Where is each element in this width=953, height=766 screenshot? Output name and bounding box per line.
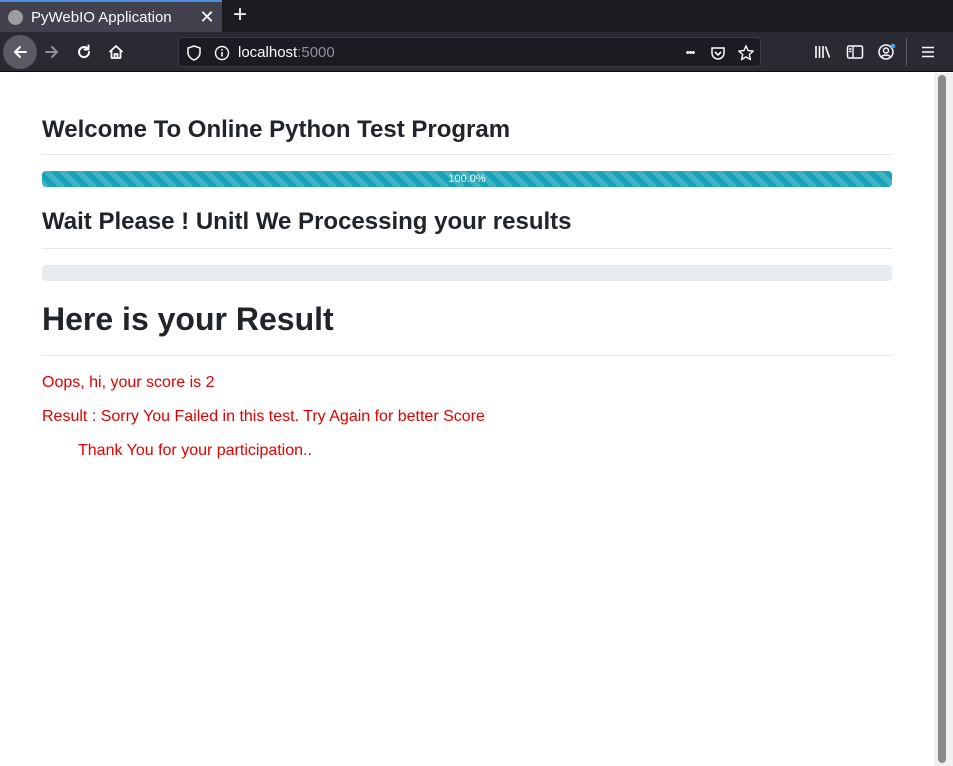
progress-bar-fill: 100.0% (42, 171, 892, 187)
home-button[interactable] (101, 37, 131, 67)
navigation-bar: localhost:5000 ••• (0, 32, 953, 72)
divider (42, 355, 892, 356)
thanks-message: Thank You for your participation.. (78, 442, 312, 459)
sidebar-button[interactable] (840, 37, 870, 67)
browser-tab[interactable]: PyWebIO Application ✕ (0, 0, 222, 32)
score-message: Oops, hi, your score is 2 (42, 374, 215, 391)
scrollbar-thumb[interactable] (938, 75, 946, 763)
library-icon (815, 46, 831, 58)
menu-button[interactable] (913, 37, 943, 67)
result-message: Result : Sorry You Failed in this test. … (42, 408, 485, 425)
bookmark-star-icon[interactable] (736, 43, 756, 63)
sidebar-icon (846, 45, 864, 59)
hamburger-menu-icon (922, 46, 934, 58)
pocket-icon[interactable] (708, 43, 728, 63)
progress-bar-empty (42, 265, 892, 281)
divider (42, 248, 892, 249)
tracking-shield-icon[interactable] (184, 43, 204, 63)
reload-button[interactable] (69, 37, 99, 67)
toolbar-separator (906, 38, 907, 66)
progress-bar-complete: 100.0% (42, 171, 892, 187)
account-button[interactable] (872, 37, 902, 67)
url-port: :5000 (297, 44, 335, 61)
wait-heading: Wait Please ! Unitl We Processing your r… (42, 208, 572, 235)
tab-title: PyWebIO Application (31, 8, 172, 26)
account-icon (878, 43, 896, 60)
home-icon (108, 45, 124, 59)
library-button[interactable] (808, 37, 838, 67)
address-bar[interactable]: localhost:5000 ••• (178, 37, 761, 67)
url-text[interactable]: localhost:5000 (238, 44, 335, 61)
welcome-heading: Welcome To Online Python Test Program (42, 116, 511, 143)
vertical-scrollbar[interactable] (934, 73, 953, 766)
url-host: localhost (238, 44, 298, 61)
arrow-right-icon (45, 46, 58, 58)
tab-strip: PyWebIO Application ✕ + (0, 0, 953, 32)
divider (42, 154, 892, 155)
new-tab-button[interactable]: + (228, 2, 252, 30)
close-tab-icon[interactable]: ✕ (192, 7, 222, 28)
page-actions-icon[interactable]: ••• (679, 43, 701, 63)
forward-button[interactable] (37, 37, 67, 67)
back-button[interactable] (3, 35, 37, 69)
result-heading: Here is your Result (42, 301, 334, 337)
site-info-icon[interactable] (212, 43, 232, 63)
arrow-left-icon (14, 46, 27, 58)
reload-icon (78, 44, 91, 59)
page-viewport: Welcome To Online Python Test Program 10… (0, 73, 934, 766)
favicon-icon (8, 9, 23, 25)
